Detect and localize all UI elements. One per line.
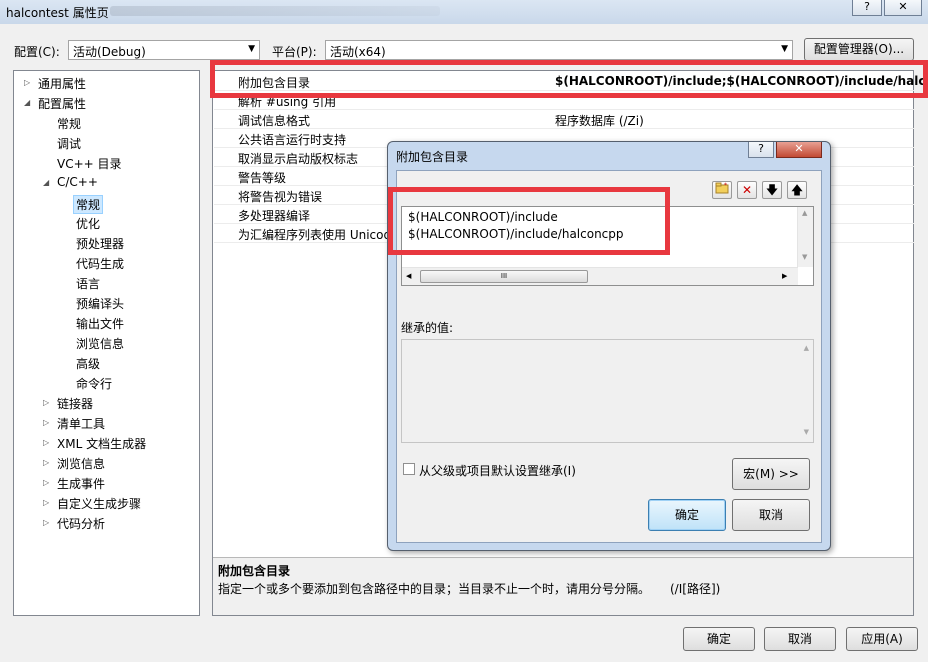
cancel-button[interactable]: 取消 [764, 627, 836, 651]
tree-item[interactable]: 浏览信息 [57, 455, 105, 472]
tree-item[interactable]: 高级 [76, 355, 100, 372]
tree-item[interactable]: VC++ 目录 [57, 155, 122, 172]
inherit-checkbox-label: 从父级或项目默认设置继承(I) [419, 464, 576, 478]
svg-text:*: * [724, 182, 727, 189]
arrow-up-icon[interactable]: 🡅 [787, 181, 807, 199]
chevron-down-icon: ▼ [781, 44, 788, 54]
dialog-ok-button[interactable]: 确定 [648, 499, 726, 531]
tree-item[interactable]: 预编译头 [76, 295, 124, 312]
tree-expander-icon[interactable]: ▷ [43, 438, 49, 447]
tree-item[interactable]: 配置属性 [38, 95, 86, 112]
ok-button[interactable]: 确定 [683, 627, 755, 651]
scroll-down-icon[interactable]: ▼ [804, 428, 809, 436]
inherit-checkbox[interactable] [403, 463, 415, 475]
scroll-thumb[interactable]: III [420, 270, 588, 283]
title-path-blurred [110, 6, 440, 16]
tree-item[interactable]: 生成事件 [57, 475, 105, 492]
tree-expander-icon[interactable]: ▷ [43, 478, 49, 487]
tree-expander-icon[interactable]: ▷ [43, 458, 49, 467]
highlight-box-property [210, 60, 928, 98]
config-label: 配置(C): [14, 45, 60, 59]
title-bar: halcontest 属性页 ? ✕ [0, 0, 928, 24]
property-name: 多处理器编译 [238, 209, 311, 223]
dialog-cancel-button[interactable]: 取消 [732, 499, 810, 531]
property-name: 调试信息格式 [238, 114, 311, 128]
tree-item[interactable]: 输出文件 [76, 315, 124, 332]
close-icon[interactable]: ✕ [884, 0, 922, 16]
tree-expander-icon[interactable]: ▷ [43, 418, 49, 427]
tree-item[interactable]: 代码分析 [57, 515, 105, 532]
tree-item[interactable]: C/C++ [57, 175, 98, 189]
tree-expander-icon[interactable]: ◢ [24, 98, 30, 107]
tree-item[interactable]: XML 文档生成器 [57, 435, 146, 452]
tree-expander-icon[interactable]: ▷ [24, 78, 30, 87]
category-tree: ▷ 通用属性 ◢ 配置属性 常规 调试 VC++ 目录 ◢ C/C++ 常规 优化 预处理器 代码生成语… [13, 70, 200, 616]
platform-label: 平台(P): [272, 45, 317, 59]
dialog-close-icon[interactable]: ✕ [776, 142, 822, 158]
tree-item[interactable]: 清单工具 [57, 415, 105, 432]
tree-expander-icon[interactable]: ▷ [43, 498, 49, 507]
tree-item[interactable]: 预处理器 [76, 235, 124, 252]
tree-item[interactable]: 通用属性 [38, 75, 86, 92]
scroll-up-icon[interactable]: ▲ [802, 209, 807, 217]
help-icon[interactable]: ? [852, 0, 882, 16]
tree-item[interactable]: 调试 [57, 135, 81, 152]
tree-item[interactable]: 链接器 [57, 395, 93, 412]
inherited-label: 继承的值: [401, 321, 454, 335]
description-text: 指定一个或多个要添加到包含路径中的目录；当目录不止一个时，请用分号分隔。 [218, 582, 651, 596]
config-combo[interactable]: 活动(Debug) ▼ [68, 40, 260, 60]
tree-item[interactable]: 常规 [73, 195, 104, 214]
tree-item[interactable]: 语言 [76, 275, 100, 292]
config-manager-button[interactable]: 配置管理器(O)... [804, 38, 914, 61]
property-row[interactable]: 调试信息格式 程序数据库 (/Zi) [214, 110, 914, 129]
tree-expander-icon[interactable]: ▷ [43, 518, 49, 527]
scroll-left-icon[interactable]: ◀ [406, 272, 411, 280]
tree-expander-icon[interactable]: ▷ [43, 398, 49, 407]
tree-item[interactable]: 代码生成 [76, 255, 124, 272]
tree-item[interactable]: 自定义生成步骤 [57, 495, 141, 512]
chevron-down-icon: ▼ [248, 44, 255, 54]
vertical-scrollbar[interactable]: ▲ ▼ [797, 207, 813, 267]
inherited-values-list: ▲ ▼ [401, 339, 814, 443]
horizontal-scrollbar[interactable]: ◀ III ▶ [402, 267, 798, 285]
description-switch: (/I[路径]) [670, 582, 721, 596]
property-name: 公共语言运行时支持 [238, 133, 347, 147]
property-name: 警告等级 [238, 171, 287, 185]
tree-expander-icon[interactable]: ◢ [43, 178, 49, 187]
property-name: 为汇编程序列表使用 Unicode [238, 228, 399, 242]
delete-icon[interactable]: ✕ [737, 181, 757, 199]
platform-value: 活动(x64) [330, 45, 386, 59]
tree-item[interactable]: 常规 [57, 115, 81, 132]
arrow-down-icon[interactable]: 🡇 [762, 181, 782, 199]
window-title: halcontest 属性页 [6, 6, 109, 20]
new-folder-icon[interactable]: * [712, 181, 732, 199]
scroll-down-icon[interactable]: ▼ [802, 253, 807, 261]
config-value: 活动(Debug) [73, 45, 146, 59]
scroll-up-icon[interactable]: ▲ [804, 344, 809, 352]
property-name: 将警告视为错误 [238, 190, 323, 204]
property-pages-window: halcontest 属性页 ? ✕ 配置(C): 活动(Debug) ▼ 平台… [0, 0, 928, 662]
description-title: 附加包含目录 [218, 564, 291, 578]
dialog-help-icon[interactable]: ? [748, 142, 774, 158]
macro-button[interactable]: 宏(M) >> [732, 458, 810, 490]
tree-item[interactable]: 命令行 [76, 375, 112, 392]
apply-button[interactable]: 应用(A) [846, 627, 918, 651]
description-pane: 附加包含目录 指定一个或多个要添加到包含路径中的目录；当目录不止一个时，请用分号… [213, 557, 913, 615]
tree-item[interactable]: 优化 [76, 215, 100, 232]
tree-item[interactable]: 浏览信息 [76, 335, 124, 352]
dialog-title: 附加包含目录 [396, 150, 469, 164]
scroll-right-icon[interactable]: ▶ [782, 272, 787, 280]
highlight-box-entries [388, 187, 670, 255]
property-name: 取消显示启动版权标志 [238, 152, 359, 166]
platform-combo[interactable]: 活动(x64) ▼ [325, 40, 793, 60]
property-value[interactable]: 程序数据库 (/Zi) [555, 112, 644, 129]
